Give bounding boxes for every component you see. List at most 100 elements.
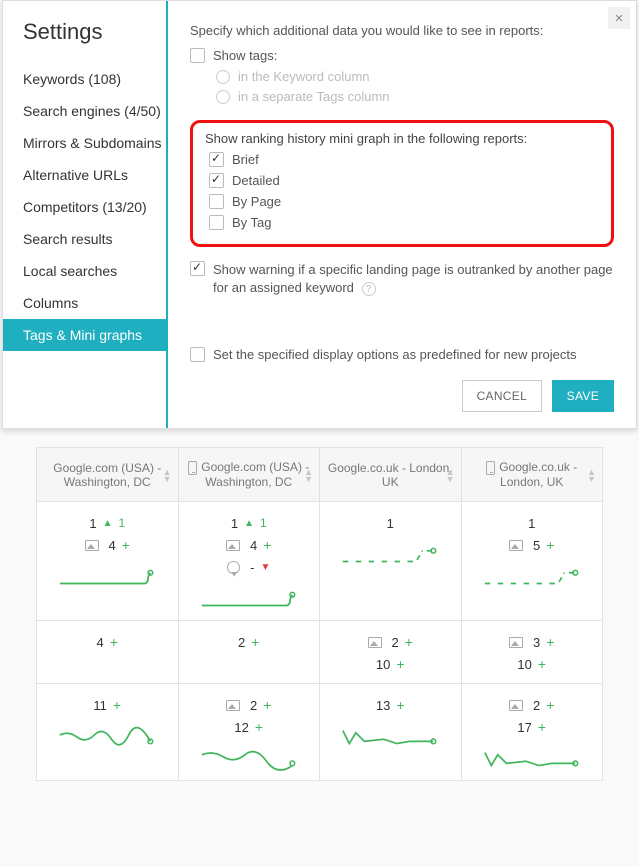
table-cell: 4+ [37,621,179,684]
plus-icon: + [538,719,546,735]
table-cell: 13+ [320,684,462,781]
table-cell: 3+10+ [461,621,603,684]
sidebar-item[interactable]: Mirrors & Subdomains [3,127,166,159]
sort-icon[interactable]: ▲▼ [446,468,455,482]
plus-icon: + [263,697,271,713]
mini-graph-checkbox[interactable] [209,152,224,167]
tags-radio-option: in a separate Tags column [216,89,614,104]
column-header[interactable]: Google.co.uk - London, UK▲▼ [461,448,603,502]
value-line: 1 ▲ 1 [187,514,312,532]
rank-value: 2 [392,635,399,650]
value-line: 10 + [328,655,453,673]
rank-value: 1 [89,516,96,531]
sort-icon[interactable]: ▲▼ [304,468,313,482]
save-button[interactable]: SAVE [552,380,614,412]
show-tags-checkbox[interactable] [190,48,205,63]
table-cell: 1▲14+ [37,502,179,621]
mini-graph-checkbox[interactable] [209,215,224,230]
table-cell: 11+ [37,684,179,781]
plus-icon: + [396,697,404,713]
table-row: 4+2+2+10+3+10+ [37,621,603,684]
mini-graph-checkbox[interactable] [209,194,224,209]
rank-value: 17 [517,720,531,735]
table-cell: 2+ 17 + [461,684,603,781]
rank-value: - [250,560,254,575]
cancel-button[interactable]: CANCEL [462,380,542,412]
value-line: 2+ [470,696,595,714]
rank-value: 4 [250,538,257,553]
radio-icon[interactable] [216,70,230,84]
image-icon [509,637,523,648]
column-header[interactable]: Google.co.uk - London, UK▲▼ [320,448,462,502]
mini-graph-label: By Page [232,194,281,209]
sparkline [45,722,170,750]
value-line: 10+ [470,655,595,673]
trend-down-icon: ▼ [260,562,270,573]
rank-value: 4 [97,635,104,650]
value-line: 1▲1 [45,514,170,532]
plus-icon: + [110,634,118,650]
radio-icon[interactable] [216,90,230,104]
value-line: 13+ [328,696,453,714]
sidebar-item[interactable]: Search results [3,223,166,255]
rank-value: 1 [387,516,394,531]
plus-icon: + [122,537,130,553]
show-tags-label: Show tags: [213,48,277,63]
trend-value: 1 [260,516,267,530]
value-line: 17 + [470,718,595,736]
table-row: 1▲14+1▲14+-▼115+ [37,502,603,621]
sidebar-item[interactable]: Keywords (108) [3,63,166,95]
sidebar-item[interactable]: Columns [3,287,166,319]
rank-value: 1 [528,516,535,531]
sidebar-item[interactable]: Tags & Mini graphs [3,319,166,351]
rank-value: 1 [231,516,238,531]
table-row: 11+2+12+13+2+17+ [37,684,603,781]
sidebar-item[interactable]: Local searches [3,255,166,287]
radio-label: in the Keyword column [238,69,370,84]
image-icon [226,540,240,551]
rank-value: 2 [238,635,245,650]
help-icon[interactable]: ? [362,282,376,296]
rank-value: 10 [376,657,390,672]
value-line: 4+ [45,633,170,651]
table-cell: 2+ [178,621,320,684]
value-line: 5+ [470,536,595,554]
plus-icon: + [405,634,413,650]
warning-label: Show warning if a specific landing page … [213,261,614,297]
image-icon [226,700,240,711]
warning-checkbox[interactable] [190,261,205,276]
mini-graph-option: Detailed [209,173,599,188]
plus-icon: + [255,719,263,735]
image-icon [509,540,523,551]
column-header-label: Google.com (USA) - Washington, DC [201,460,309,489]
column-header[interactable]: Google.com (USA) - Washington, DC▲▼ [178,448,320,502]
plus-icon: + [263,537,271,553]
table-cell: 2 +10 + [320,621,462,684]
mobile-icon [486,461,495,475]
sidebar-item[interactable]: Search engines (4/50) [3,95,166,127]
table-cell: 2+12+ [178,684,320,781]
column-header[interactable]: Google.com (USA) - Washington, DC▲▼ [37,448,179,502]
rank-value: 12 [234,720,248,735]
trend-up-icon: ▲ [244,518,254,529]
settings-title: Settings [3,19,166,63]
callout-title: Show ranking history mini graph in the f… [205,131,599,146]
predefined-checkbox[interactable] [190,347,205,362]
predefined-label: Set the specified display options as pre… [213,347,577,362]
show-tags-row: Show tags: [190,48,614,63]
predefined-row: Set the specified display options as pre… [190,347,614,362]
sparkline [470,562,595,590]
value-line: 11+ [45,696,170,714]
mini-graph-checkbox[interactable] [209,173,224,188]
sort-icon[interactable]: ▲▼ [163,468,172,482]
sidebar-item[interactable]: Alternative URLs [3,159,166,191]
image-icon [368,637,382,648]
sidebar-item[interactable]: Competitors (13/20) [3,191,166,223]
close-icon[interactable]: × [608,7,630,29]
sort-icon[interactable]: ▲▼ [587,468,596,482]
value-line: 12 + [187,718,312,736]
tags-radio-option: in the Keyword column [216,69,614,84]
rank-value: 10 [517,657,531,672]
plus-icon: + [396,656,404,672]
image-icon [85,540,99,551]
